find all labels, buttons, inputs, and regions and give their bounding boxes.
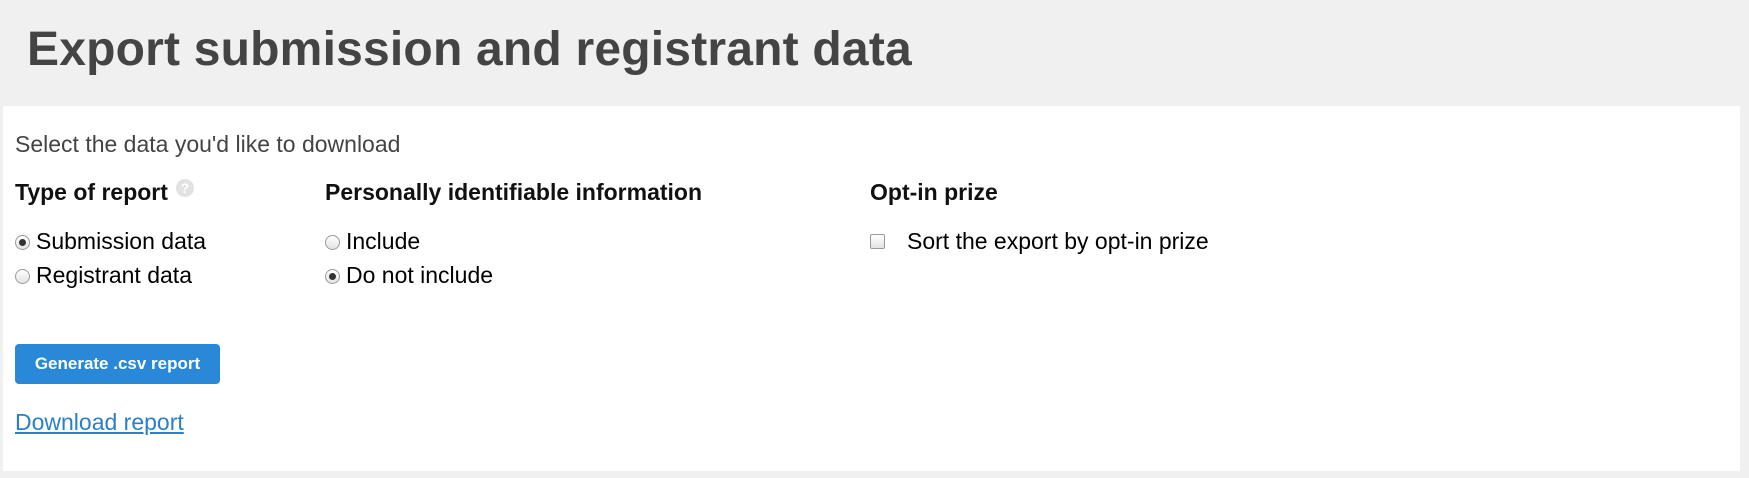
checkbox-label[interactable]: Sort the export by opt-in prize [907,228,1209,255]
export-panel: Select the data you'd like to download T… [3,106,1740,471]
generate-csv-button[interactable]: Generate .csv report [15,344,220,384]
opt-in-sort-option[interactable]: Sort the export by opt-in prize [870,224,1209,258]
report-type-section: Type of report ? Submission data Registr… [15,178,206,292]
radio-submission-data[interactable]: Submission data [15,224,206,258]
radio-button[interactable] [15,269,30,284]
pii-heading: Personally identifiable information [325,179,703,205]
download-report-link[interactable]: Download report [15,409,184,436]
radio-label[interactable]: Include [346,228,420,255]
opt-in-heading: Opt-in prize [870,179,998,205]
radio-button-checked[interactable] [15,235,30,250]
radio-label[interactable]: Registrant data [36,262,192,289]
radio-button[interactable] [325,235,340,250]
radio-include[interactable]: Include [325,224,702,258]
report-type-heading-label: Type of report [15,179,168,205]
sort-by-opt-in-checkbox[interactable] [870,233,885,249]
radio-button-checked[interactable] [325,269,340,284]
radio-do-not-include[interactable]: Do not include [325,258,702,292]
pii-section: Personally identifiable information Incl… [325,179,702,292]
help-icon[interactable]: ? [175,178,194,197]
radio-label[interactable]: Submission data [36,228,206,255]
page-title: Export submission and registrant data [27,23,912,76]
opt-in-section: Opt-in prize Sort the export by opt-in p… [870,179,1209,258]
intro-text: Select the data you'd like to download [15,131,401,157]
report-type-heading: Type of report ? [15,178,206,206]
radio-registrant-data[interactable]: Registrant data [15,258,206,292]
radio-label[interactable]: Do not include [346,262,493,289]
